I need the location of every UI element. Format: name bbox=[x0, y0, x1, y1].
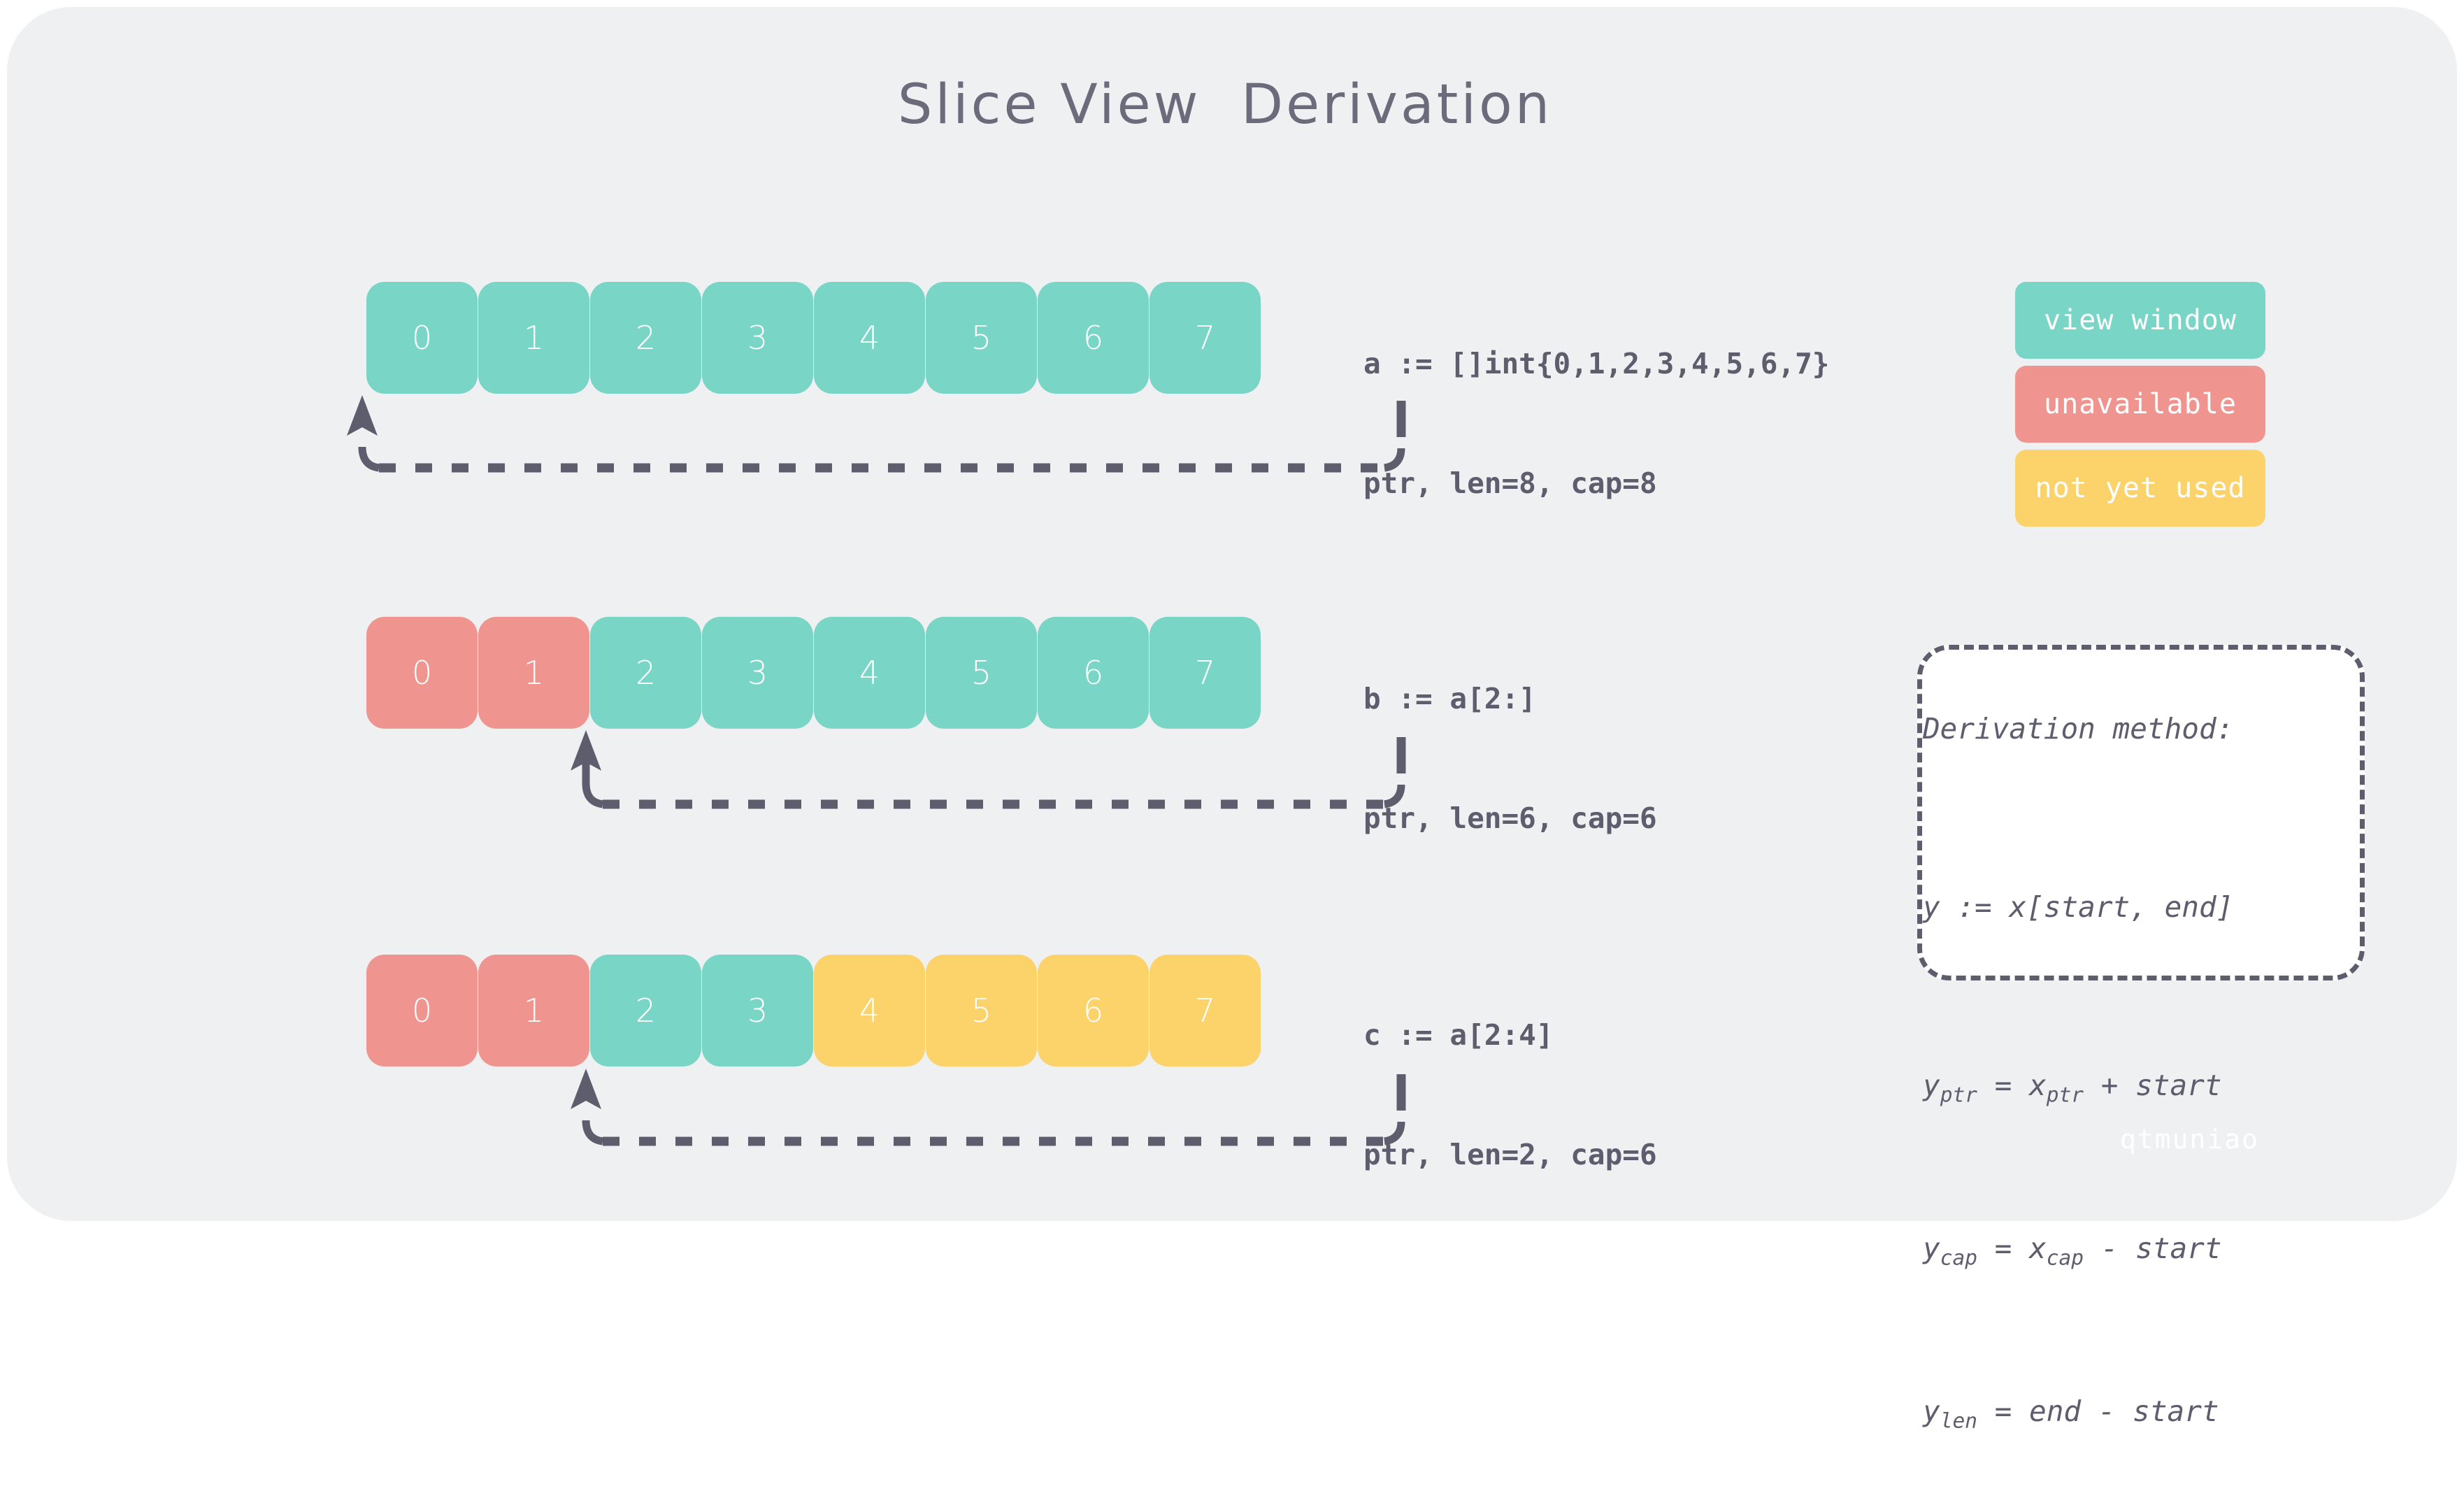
legend-item-unavailable: unavailable bbox=[2015, 366, 2265, 443]
eq-ptr-lhs-sub: ptr bbox=[1940, 1083, 1977, 1107]
array-cell: 3 bbox=[702, 617, 813, 729]
row-b-declaration: b := a[2:] bbox=[1363, 682, 1536, 715]
array-cell: 3 bbox=[702, 282, 813, 394]
array-cell: 1 bbox=[478, 282, 589, 394]
row-a-meta: ptr, len=8, cap=8 bbox=[1363, 466, 1657, 500]
row-c-declaration: c := a[2:4] bbox=[1363, 1018, 1554, 1052]
array-cell: 2 bbox=[590, 282, 701, 394]
array-cell: 5 bbox=[926, 955, 1037, 1066]
eq-cap-lhs: y bbox=[1923, 1231, 1940, 1265]
eq-len-rhs: = end - start bbox=[1977, 1394, 2219, 1428]
derivation-eq-ptr: yptr = xptr + start bbox=[1923, 1071, 2412, 1106]
eq-cap-lhs-sub: cap bbox=[1940, 1246, 1977, 1270]
array-cell: 7 bbox=[1149, 617, 1261, 729]
row-c-meta: ptr, len=2, cap=6 bbox=[1363, 1138, 1657, 1171]
array-cell: 4 bbox=[814, 617, 925, 729]
array-cell: 0 bbox=[366, 617, 478, 729]
array-cell: 5 bbox=[926, 617, 1037, 729]
array-cell: 1 bbox=[478, 617, 589, 729]
derivation-signature: y := x[start, end] bbox=[1923, 890, 2234, 924]
legend-label: not yet used bbox=[2035, 472, 2246, 504]
diagram-canvas: Slice View Derivation 0 1 2 3 4 5 6 7 a … bbox=[0, 0, 2464, 1431]
eq-ptr-rhs-post: + start bbox=[2084, 1069, 2222, 1102]
array-cell: 4 bbox=[814, 282, 925, 394]
array-row-c: 0 1 2 3 4 5 6 7 bbox=[366, 955, 1261, 1066]
legend-label: view window bbox=[2044, 304, 2237, 336]
array-row-a: 0 1 2 3 4 5 6 7 bbox=[366, 282, 1261, 394]
array-cell: 2 bbox=[590, 955, 701, 1066]
legend-item-view-window: view window bbox=[2015, 282, 2265, 359]
legend-item-not-yet-used: not yet used bbox=[2015, 450, 2265, 527]
derivation-eq-cap: ycap = xcap - start bbox=[1923, 1234, 2412, 1269]
eq-cap-rhs-sub: cap bbox=[2046, 1246, 2084, 1270]
eq-ptr-rhs-sub: ptr bbox=[2046, 1083, 2084, 1107]
array-cell: 0 bbox=[366, 955, 478, 1066]
array-cell: 2 bbox=[590, 617, 701, 729]
array-cell: 7 bbox=[1149, 955, 1261, 1066]
derivation-eq-len: ylen = end - start bbox=[1923, 1397, 2412, 1432]
array-row-b: 0 1 2 3 4 5 6 7 bbox=[366, 617, 1261, 729]
array-cell: 3 bbox=[702, 955, 813, 1066]
eq-ptr-lhs: y bbox=[1923, 1069, 1940, 1102]
row-b-meta: ptr, len=6, cap=6 bbox=[1363, 801, 1657, 835]
eq-cap-rhs-pre: = x bbox=[1977, 1231, 2047, 1265]
eq-len-lhs-sub: len bbox=[1940, 1408, 1977, 1433]
row-b-code: b := a[2:] ptr, len=6, cap=6 bbox=[1363, 627, 1657, 890]
eq-ptr-rhs-pre: = x bbox=[1977, 1069, 2047, 1102]
array-cell: 7 bbox=[1149, 282, 1261, 394]
derivation-heading: Derivation method: bbox=[1923, 712, 2234, 746]
row-a-code: a := []int{0,1,2,3,4,5,6,7} ptr, len=8, … bbox=[1363, 292, 1829, 555]
page-title: Slice View Derivation bbox=[897, 73, 1553, 136]
array-cell: 6 bbox=[1038, 617, 1149, 729]
array-cell: 6 bbox=[1038, 955, 1149, 1066]
array-cell: 1 bbox=[478, 955, 589, 1066]
row-c-code: c := a[2:4] ptr, len=2, cap=6 bbox=[1363, 964, 1657, 1227]
legend-label: unavailable bbox=[2044, 388, 2237, 420]
eq-cap-rhs-post: - start bbox=[2084, 1231, 2222, 1265]
array-cell: 0 bbox=[366, 282, 478, 394]
eq-len-lhs: y bbox=[1923, 1394, 1940, 1428]
ptr-connector-b bbox=[571, 730, 1406, 809]
ptr-connector-a bbox=[347, 395, 1406, 473]
array-cell: 5 bbox=[926, 282, 1037, 394]
ptr-connector-c bbox=[571, 1069, 1406, 1146]
row-a-declaration: a := []int{0,1,2,3,4,5,6,7} bbox=[1363, 347, 1830, 380]
watermark: qtmuniao bbox=[2120, 1124, 2260, 1155]
array-cell: 6 bbox=[1038, 282, 1149, 394]
array-cell: 4 bbox=[814, 955, 925, 1066]
derivation-method-text: Derivation method: y := x[start, end] yp… bbox=[1923, 657, 2412, 1489]
